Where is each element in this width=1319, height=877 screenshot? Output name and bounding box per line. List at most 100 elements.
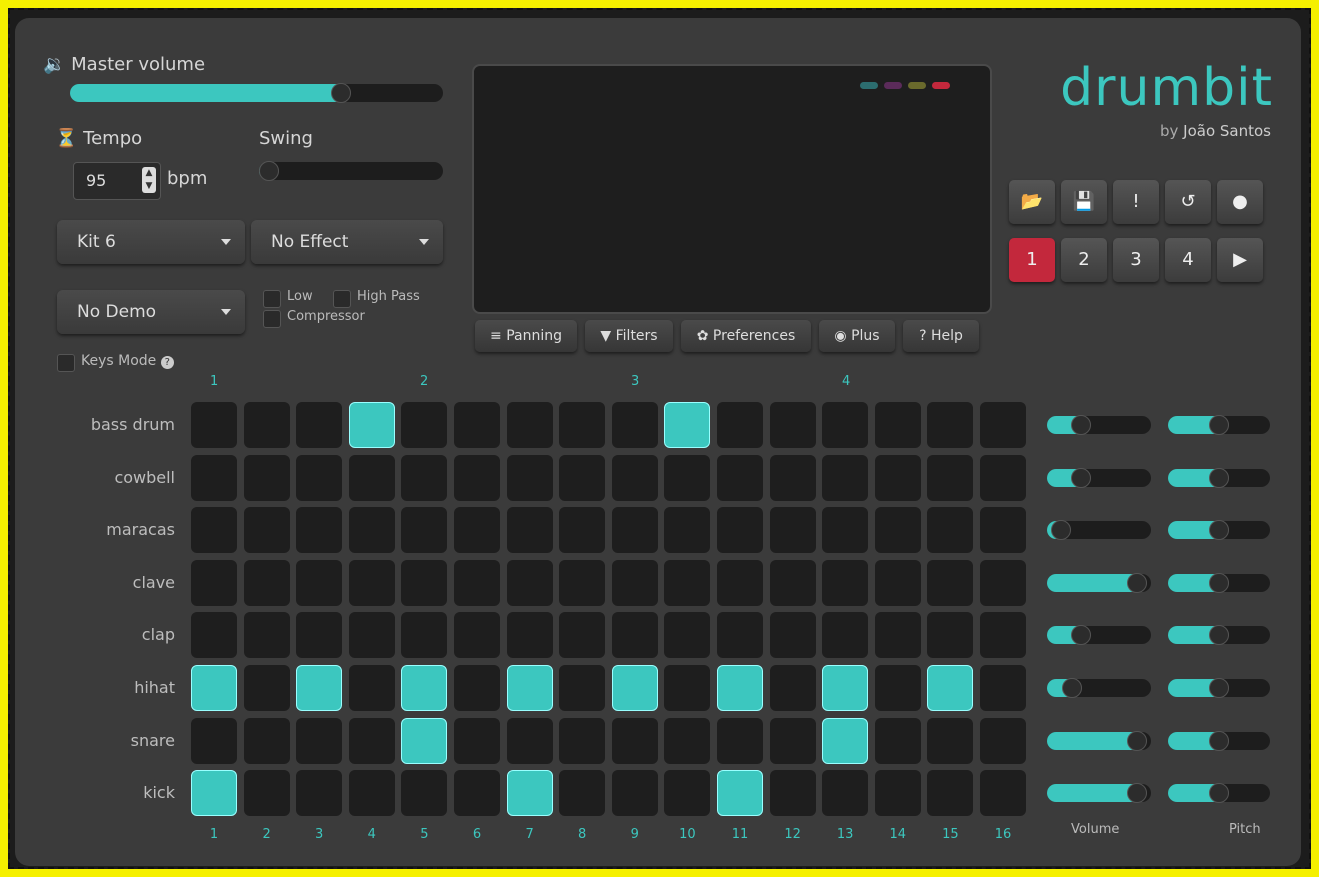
instrument-volume-slider[interactable] <box>1047 730 1151 751</box>
step-pad[interactable] <box>980 665 1026 711</box>
step-pad[interactable] <box>559 717 606 764</box>
panning-button[interactable]: ≡ Panning <box>475 320 577 352</box>
slider-knob[interactable] <box>1126 572 1147 593</box>
step-pad[interactable] <box>717 402 763 448</box>
step-pad[interactable] <box>927 717 974 764</box>
step-pad[interactable] <box>717 717 763 764</box>
step-pad[interactable] <box>611 612 658 659</box>
step-pad[interactable] <box>506 559 553 606</box>
slider-knob[interactable] <box>1070 467 1091 488</box>
step-pad[interactable] <box>611 559 658 606</box>
step-pad[interactable] <box>822 612 869 659</box>
step-pad[interactable] <box>348 717 395 764</box>
slider-knob[interactable] <box>1062 678 1083 698</box>
step-pad[interactable] <box>191 559 237 606</box>
reset-button[interactable]: ↺ <box>1165 180 1211 224</box>
pattern-1-button[interactable]: 1 <box>1009 238 1055 282</box>
slider-knob[interactable] <box>1070 415 1091 435</box>
step-pad[interactable] <box>191 507 237 554</box>
step-pad[interactable] <box>348 454 395 501</box>
step-pad[interactable] <box>611 770 658 817</box>
step-pad[interactable] <box>664 507 711 554</box>
step-pad[interactable] <box>296 612 343 659</box>
step-pad[interactable] <box>717 559 763 606</box>
step-pad[interactable] <box>664 454 711 501</box>
step-pad[interactable] <box>401 770 448 817</box>
step-pad[interactable] <box>664 717 711 764</box>
step-pad[interactable] <box>874 454 921 501</box>
swing-knob[interactable] <box>259 161 279 181</box>
step-pad[interactable] <box>611 717 658 764</box>
low-checkbox[interactable] <box>263 290 281 308</box>
step-pad[interactable] <box>769 612 816 659</box>
step-pad[interactable] <box>874 665 921 711</box>
step-pad[interactable] <box>401 507 448 554</box>
demo-select[interactable]: No Demo <box>57 290 245 334</box>
pattern-3-button[interactable]: 3 <box>1113 238 1159 282</box>
tempo-stepper[interactable]: ▲ ▼ <box>142 167 156 193</box>
slider-knob[interactable] <box>1209 467 1229 488</box>
step-pad[interactable] <box>980 402 1026 448</box>
step-pad[interactable] <box>874 717 921 764</box>
step-pad[interactable] <box>559 770 606 817</box>
filters-button[interactable]: ▼ Filters <box>585 320 673 352</box>
step-pad[interactable] <box>822 770 869 817</box>
step-pad[interactable] <box>191 454 237 501</box>
step-pad[interactable] <box>348 559 395 606</box>
step-pad[interactable] <box>822 507 869 554</box>
instrument-pitch-slider[interactable] <box>1168 625 1270 646</box>
slider-knob[interactable] <box>1209 730 1229 751</box>
step-pad[interactable] <box>980 770 1026 817</box>
step-pad[interactable] <box>506 717 553 764</box>
step-pad[interactable] <box>927 612 974 659</box>
step-pad[interactable] <box>506 770 553 817</box>
step-pad[interactable] <box>243 717 290 764</box>
effect-select[interactable]: No Effect <box>251 220 443 264</box>
instrument-pitch-slider[interactable] <box>1168 415 1270 435</box>
save-button[interactable]: 💾 <box>1061 180 1107 224</box>
step-pad[interactable] <box>927 559 974 606</box>
step-pad[interactable] <box>874 507 921 554</box>
step-pad[interactable] <box>769 559 816 606</box>
step-pad[interactable] <box>454 402 500 448</box>
step-pad[interactable] <box>717 665 763 711</box>
help-button[interactable]: ? Help <box>903 320 979 352</box>
master-volume-slider[interactable] <box>70 83 443 103</box>
swing-slider[interactable] <box>259 161 443 181</box>
slider-knob[interactable] <box>1209 572 1229 593</box>
step-pad[interactable] <box>611 665 658 711</box>
step-pad[interactable] <box>559 402 606 448</box>
step-pad[interactable] <box>506 612 553 659</box>
step-pad[interactable] <box>611 507 658 554</box>
step-pad[interactable] <box>191 717 237 764</box>
preferences-button[interactable]: ✿ Preferences <box>681 320 811 352</box>
open-button[interactable]: 📂 <box>1009 180 1055 224</box>
step-pad[interactable] <box>980 507 1026 554</box>
compressor-checkbox[interactable] <box>263 310 281 328</box>
step-pad[interactable] <box>927 665 974 711</box>
high-pass-checkbox[interactable] <box>333 290 351 308</box>
step-pad[interactable] <box>769 665 816 711</box>
step-pad[interactable] <box>769 717 816 764</box>
slider-knob[interactable] <box>1209 520 1229 541</box>
step-pad[interactable] <box>822 717 869 764</box>
slider-knob[interactable] <box>1209 625 1229 646</box>
instrument-volume-slider[interactable] <box>1047 783 1151 804</box>
step-pad[interactable] <box>348 402 395 448</box>
step-pad[interactable] <box>243 402 290 448</box>
step-pad[interactable] <box>927 770 974 817</box>
step-pad[interactable] <box>401 559 448 606</box>
instrument-pitch-slider[interactable] <box>1168 572 1270 593</box>
step-pad[interactable] <box>769 507 816 554</box>
step-pad[interactable] <box>506 507 553 554</box>
record-button[interactable]: ● <box>1217 180 1263 224</box>
step-pad[interactable] <box>980 454 1026 501</box>
tempo-input[interactable]: 95 ▲ ▼ <box>73 162 161 200</box>
step-pad[interactable] <box>296 559 343 606</box>
step-pad[interactable] <box>664 770 711 817</box>
step-pad[interactable] <box>769 770 816 817</box>
kit-select[interactable]: Kit 6 <box>57 220 245 264</box>
step-pad[interactable] <box>980 612 1026 659</box>
step-pad[interactable] <box>454 665 500 711</box>
step-pad[interactable] <box>717 612 763 659</box>
